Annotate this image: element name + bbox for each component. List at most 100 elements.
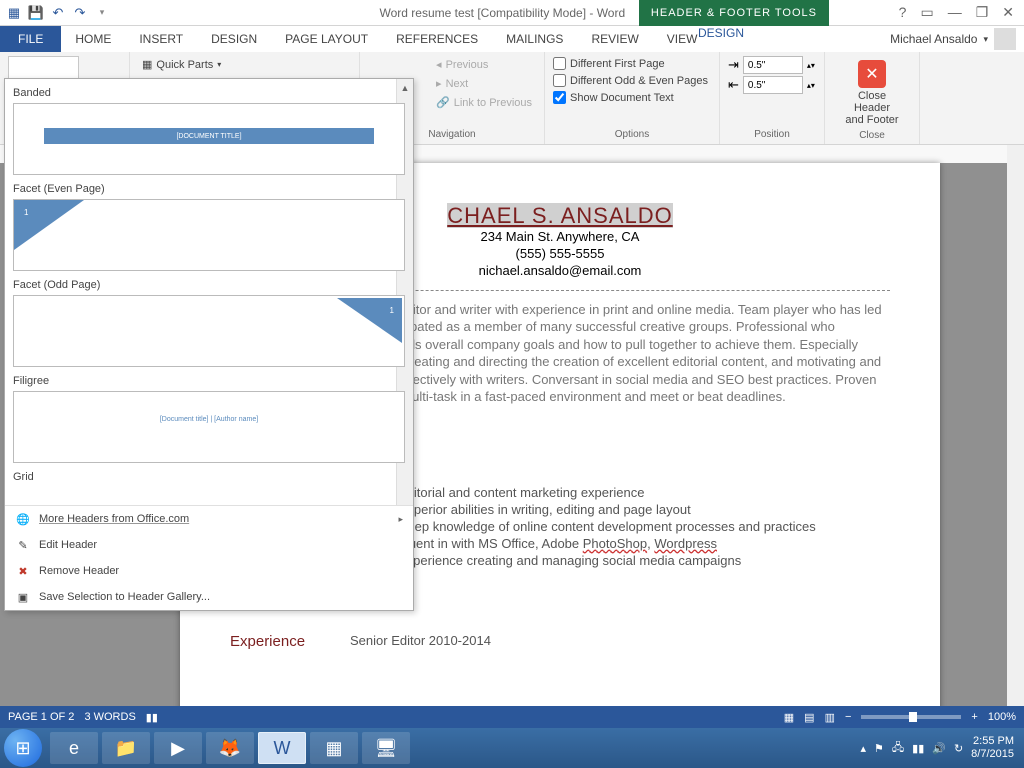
more-headers-label: More Headers from Office.com (39, 513, 189, 525)
list-item: Fluent in with MS Office, Adobe PhotoSho… (380, 536, 890, 551)
tray-sync-icon[interactable]: ↻ (954, 742, 963, 755)
tab-mailings[interactable]: MAILINGS (492, 26, 577, 52)
link-previous-button: 🔗Link to Previous (432, 94, 536, 111)
gallery-item-grid[interactable]: Grid (13, 471, 405, 483)
footer-from-bottom-input[interactable] (743, 76, 803, 94)
next-label: Next (446, 78, 469, 90)
save-gallery-label: Save Selection to Header Gallery... (39, 591, 210, 603)
taskbar-media[interactable]: ▶ (154, 732, 202, 764)
tray-wifi-icon[interactable]: ▮▮ (912, 742, 924, 755)
different-odd-even-checkbox[interactable]: Different Odd & Even Pages (553, 73, 711, 88)
show-doc-label: Show Document Text (570, 92, 674, 104)
chevron-down-icon: ▾ (217, 60, 221, 69)
clock[interactable]: 2:55 PM 8/7/2015 (971, 735, 1014, 761)
close-icon[interactable]: ✕ (1002, 4, 1014, 21)
link-icon: 🔗 (436, 96, 450, 109)
zoom-slider[interactable] (861, 715, 961, 719)
tray-volume-icon[interactable]: 🔊 (932, 742, 946, 755)
close-hf-label-2: and Footer (845, 114, 898, 126)
scroll-up-icon[interactable]: ▲ (397, 79, 413, 96)
gallery-item-title: Banded (13, 87, 405, 99)
close-x-icon: ✕ (858, 60, 886, 88)
save-to-gallery-button[interactable]: ▣ Save Selection to Header Gallery... (5, 584, 413, 610)
banded-preview: [DOCUMENT TITLE] (44, 128, 374, 144)
edit-header-label: Edit Header (39, 539, 97, 551)
qat-customize-icon[interactable]: ▾ (94, 5, 110, 21)
tab-references[interactable]: REFERENCES (382, 26, 492, 52)
more-headers-button[interactable]: 🌐More Headers from Office.com (5, 506, 413, 532)
tab-page-layout[interactable]: PAGE LAYOUT (271, 26, 382, 52)
different-first-page-checkbox[interactable]: Different First Page (553, 56, 711, 71)
summary-text: Veteran editor and writer with experienc… (350, 301, 890, 406)
restore-icon[interactable]: ❐ (976, 4, 989, 21)
list-item: Superior abilities in writing, editing a… (380, 502, 890, 517)
clock-date: 8/7/2015 (971, 748, 1014, 761)
next-button: ▸Next (432, 75, 536, 92)
status-bar: PAGE 1 OF 2 3 WORDS ▮▮ ▦ ▤ ▥ − + 100% (0, 706, 1024, 728)
read-mode-icon[interactable]: ▦ (784, 711, 794, 724)
tab-review[interactable]: REVIEW (577, 26, 652, 52)
vertical-scrollbar[interactable] (1007, 145, 1024, 712)
tab-design[interactable]: DESIGN (197, 26, 271, 52)
save-icon[interactable]: 💾 (28, 5, 44, 21)
macro-icon[interactable]: ▮▮ (146, 711, 158, 724)
taskbar-firefox[interactable]: 🦊 (206, 732, 254, 764)
quick-parts-button[interactable]: ▦ Quick Parts ▾ (138, 56, 351, 73)
avatar[interactable] (994, 28, 1016, 50)
undo-icon[interactable]: ↶ (50, 5, 66, 21)
close-header-footer-button[interactable]: ✕ Close Header and Footer (833, 56, 911, 130)
remove-header-button[interactable]: ✖ Remove Header (5, 558, 413, 584)
edit-header-button[interactable]: ✎Edit Header (5, 532, 413, 558)
clock-time: 2:55 PM (971, 735, 1014, 748)
account-name[interactable]: Michael Ansaldo (890, 32, 977, 46)
word-count[interactable]: 3 WORDS (84, 711, 135, 723)
diff-odd-even-label: Different Odd & Even Pages (570, 75, 708, 87)
tray-flag-icon[interactable]: ⚑ (874, 742, 884, 755)
gallery-item-filigree[interactable]: Filigree [Document title] | [Author name… (13, 375, 405, 463)
remove-icon: ✖ (15, 563, 31, 579)
taskbar-app2[interactable]: 🖥 (362, 732, 410, 764)
remove-header-label: Remove Header (39, 565, 119, 577)
options-group-label: Options (553, 129, 711, 142)
account-dropdown-icon[interactable]: ▾ (983, 34, 988, 45)
qualifications-list: Editorial and content marketing experien… (380, 485, 890, 568)
taskbar-word[interactable]: W (258, 732, 306, 764)
zoom-in-icon[interactable]: + (971, 711, 977, 723)
close-hf-label-1: Close Header (843, 90, 901, 114)
taskbar-app1[interactable]: ▦ (310, 732, 358, 764)
minimize-icon[interactable]: — (948, 4, 962, 21)
gallery-item-title: Facet (Even Page) (13, 183, 405, 195)
zoom-level[interactable]: 100% (988, 711, 1016, 723)
gallery-item-facet-even[interactable]: Facet (Even Page) 1 (13, 183, 405, 271)
facet-preview: 1 (390, 306, 394, 315)
taskbar: ⊞ e 📁 ▶ 🦊 W ▦ 🖥 ▴ ⚑ 🖧 ▮▮ 🔊 ↻ 2:55 PM 8/7… (0, 728, 1024, 768)
tab-home[interactable]: HOME (61, 26, 125, 52)
page-indicator[interactable]: PAGE 1 OF 2 (8, 711, 74, 723)
quick-parts-label: Quick Parts (156, 59, 213, 71)
help-icon[interactable]: ? (899, 4, 907, 21)
save-gallery-icon: ▣ (15, 589, 31, 605)
tab-file[interactable]: FILE (0, 26, 61, 52)
previous-button: ◂Previous (432, 56, 536, 73)
show-document-text-checkbox[interactable]: Show Document Text (553, 90, 711, 105)
tray-up-icon[interactable]: ▴ (860, 742, 866, 755)
print-layout-icon[interactable]: ▤ (804, 711, 814, 724)
web-layout-icon[interactable]: ▥ (825, 711, 835, 724)
taskbar-explorer[interactable]: 📁 (102, 732, 150, 764)
taskbar-ie[interactable]: e (50, 732, 98, 764)
list-item: Editorial and content marketing experien… (380, 485, 890, 500)
gallery-item-title: Facet (Odd Page) (13, 279, 405, 291)
redo-icon[interactable]: ↷ (72, 5, 88, 21)
tab-insert[interactable]: INSERT (125, 26, 197, 52)
filigree-preview: [Document title] | [Author name] (14, 416, 404, 423)
tab-hf-design[interactable]: DESIGN (668, 26, 774, 40)
ribbon-options-icon[interactable]: ▭ (920, 4, 933, 21)
tray-network-icon[interactable]: 🖧 (892, 739, 904, 758)
close-group-label: Close (833, 130, 911, 143)
zoom-out-icon[interactable]: − (845, 711, 851, 723)
list-item: Experience creating and managing social … (380, 553, 890, 568)
start-button[interactable]: ⊞ (4, 729, 42, 767)
header-from-top-input[interactable] (743, 56, 803, 74)
gallery-item-banded[interactable]: Banded [DOCUMENT TITLE] (13, 87, 405, 175)
gallery-item-facet-odd[interactable]: Facet (Odd Page) 1 (13, 279, 405, 367)
